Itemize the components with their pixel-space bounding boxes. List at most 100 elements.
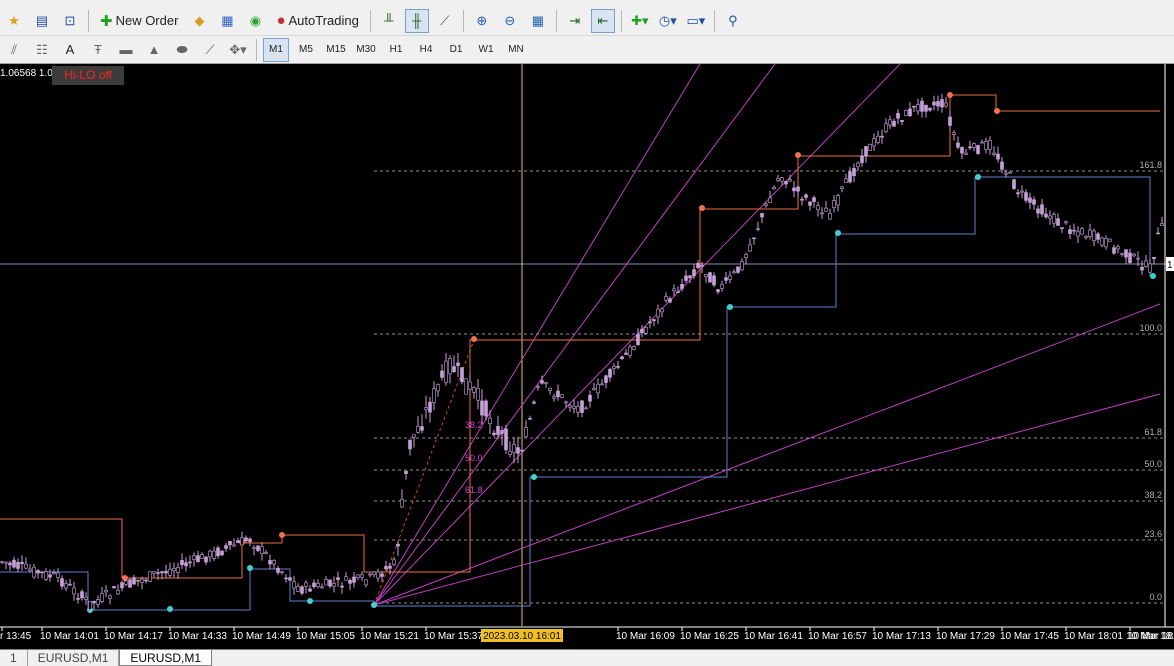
new-order-button[interactable]: ✚ New Order — [95, 9, 183, 33]
candle-body — [148, 571, 152, 582]
rectangle-icon[interactable]: ▬ — [114, 38, 138, 62]
templates-icon[interactable]: ▭▾ — [684, 9, 708, 33]
time-axis-label: 10 Mar 16:57 — [808, 631, 867, 642]
candle-body — [808, 201, 812, 206]
candle-body — [572, 405, 576, 409]
current-price-label: 1 — [1167, 260, 1173, 271]
candle-body — [1016, 192, 1020, 195]
timeframe-m5-button[interactable]: M5 — [293, 38, 319, 62]
candle-body — [508, 450, 512, 455]
zoom-window-icon[interactable]: ⊡ — [58, 9, 82, 33]
terminal-icon[interactable]: ▦ — [215, 9, 239, 33]
candle-body — [76, 597, 80, 600]
timeframe-w1-button[interactable]: W1 — [473, 38, 499, 62]
fibo-fan-icon[interactable]: ⟋ — [198, 38, 222, 62]
autoscroll-icon[interactable]: ⇥ — [563, 9, 587, 33]
ellipse-icon[interactable]: ⬬ — [170, 38, 194, 62]
candle-body — [440, 370, 444, 378]
time-axis-label: 10 Mar 14:17 — [104, 631, 163, 642]
candle-body — [1012, 179, 1016, 189]
candle-body — [176, 567, 180, 573]
candlestick-chart-icon[interactable]: ╫ — [404, 8, 429, 33]
candle-body — [864, 146, 868, 157]
candle-body — [792, 187, 796, 192]
timeframe-m1-button[interactable]: M1 — [263, 37, 289, 62]
candle-body — [108, 595, 112, 599]
metaeditor-icon[interactable]: ◆ — [187, 9, 211, 33]
candle-body — [932, 101, 936, 106]
candle-body — [1128, 252, 1132, 263]
candle-body — [1108, 238, 1112, 242]
candle-body — [852, 168, 856, 177]
chart-tab[interactable]: 1 — [0, 650, 28, 666]
candle-body — [140, 578, 144, 583]
line-chart-icon[interactable]: ⟋ — [433, 9, 457, 33]
time-axis-label: 10 Mar 17:45 — [1000, 631, 1059, 642]
candle-body — [556, 390, 560, 398]
candle-body — [672, 288, 676, 292]
tile-windows-icon[interactable]: ▦ — [526, 9, 550, 33]
time-axis-label: 10 Mar 14:49 — [232, 631, 291, 642]
candle-body — [328, 579, 332, 587]
fib-level-label: 0.0 — [1149, 592, 1162, 602]
hilo-toggle-button[interactable]: Hi-LO off — [52, 66, 124, 85]
bar-chart-icon[interactable]: ╨ — [377, 9, 401, 33]
candle-body — [172, 567, 176, 572]
chart-tab[interactable]: EURUSD,M1 — [28, 650, 120, 666]
text-label-icon[interactable]: Ŧ — [86, 38, 110, 62]
indicators-icon[interactable]: ✚▾ — [628, 9, 652, 33]
search-icon[interactable]: ⚲ — [721, 9, 745, 33]
candle-body — [820, 212, 824, 215]
candle-body — [708, 272, 712, 283]
toolbar-separator — [88, 9, 89, 32]
parallel-lines-icon[interactable]: ⫽ — [2, 38, 26, 62]
timeframe-h4-button[interactable]: H4 — [413, 38, 439, 62]
candle-body — [168, 568, 172, 576]
candle-body — [160, 571, 164, 574]
favorites-icon[interactable]: ★ — [2, 9, 26, 33]
candle-body — [448, 357, 452, 375]
candle-body — [776, 178, 780, 182]
timeframe-m15-button[interactable]: M15 — [323, 38, 349, 62]
text-tool-button[interactable]: A — [58, 38, 82, 62]
zoom-out-icon[interactable]: ⊖ — [498, 9, 522, 33]
candle-body — [204, 556, 208, 563]
zoom-in-icon[interactable]: ⊕ — [470, 9, 494, 33]
candle-body — [872, 138, 876, 147]
candle-body — [616, 366, 620, 368]
candle-body — [116, 590, 120, 595]
time-axis-label: 10 Mar 15:37 — [424, 631, 483, 642]
fibonacci-icon[interactable]: ☷ — [30, 38, 54, 62]
timeframe-m30-button[interactable]: M30 — [353, 38, 379, 62]
candle-body — [644, 327, 648, 334]
chart-shift-icon[interactable]: ⇤ — [590, 8, 615, 33]
signals-icon[interactable]: ◉ — [243, 9, 267, 33]
candle-body — [500, 430, 504, 434]
candle-body — [128, 579, 132, 588]
candle-body — [600, 383, 604, 386]
candle-body — [520, 449, 524, 452]
arrows-icon[interactable]: ✥▾ — [226, 38, 250, 62]
fan-baseline — [373, 339, 475, 606]
candle-body — [144, 579, 148, 582]
timeframe-mn-button[interactable]: MN — [503, 38, 529, 62]
candle-body — [592, 388, 596, 391]
resistance-marker — [994, 108, 1000, 114]
chart-canvas[interactable]: 161.8 100.0 61.8 50.0 38.2 23.6 0.0 38.2 50.0 61.… — [0, 64, 1174, 649]
candle-body — [388, 565, 392, 569]
candle-body — [380, 573, 384, 577]
candle-body — [620, 356, 624, 360]
navigator-icon[interactable]: ▤ — [30, 9, 54, 33]
periods-icon[interactable]: ◷▾ — [656, 9, 680, 33]
triangle-icon[interactable]: ▲ — [142, 38, 166, 62]
time-axis-label: 10 Mar 16:41 — [744, 631, 803, 642]
autotrading-button[interactable]: ● AutoTrading — [271, 9, 363, 33]
candle-body — [1008, 171, 1012, 174]
timeframe-d1-button[interactable]: D1 — [443, 38, 469, 62]
candle-body — [476, 388, 480, 401]
timeframe-h1-button[interactable]: H1 — [383, 38, 409, 62]
candle-body — [188, 561, 192, 564]
chart-tab[interactable]: EURUSD,M1 — [119, 650, 213, 666]
candle-body — [384, 566, 388, 570]
price-chart[interactable]: 161.8 100.0 61.8 50.0 38.2 23.6 0.0 38.2 50.0 61.… — [0, 64, 1174, 649]
